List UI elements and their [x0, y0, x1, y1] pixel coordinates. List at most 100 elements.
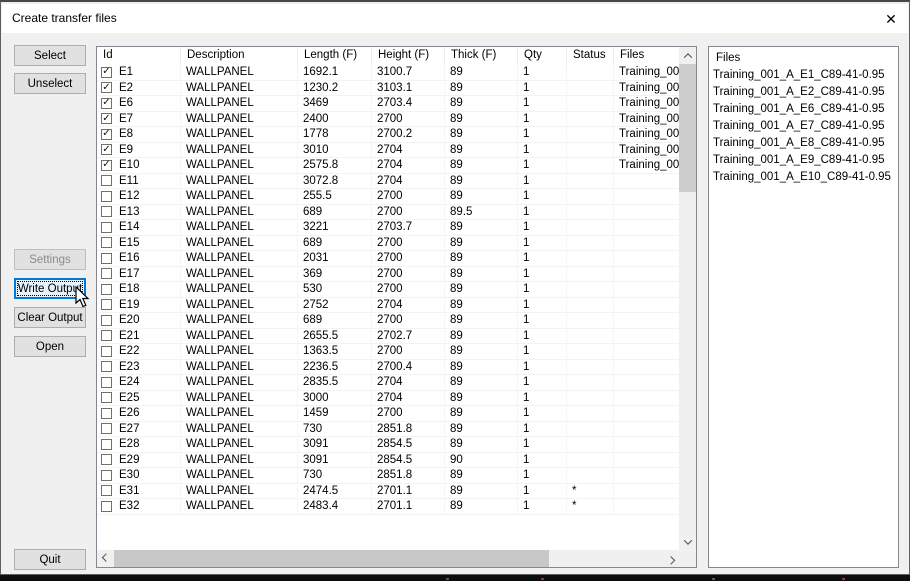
- write-output-button[interactable]: Write Output: [14, 278, 86, 299]
- column-header-qty[interactable]: Qty: [518, 47, 567, 65]
- table-row[interactable]: E31WALLPANEL2474.52701.1891*: [97, 484, 679, 500]
- row-checkbox-checked[interactable]: ✓: [101, 98, 112, 109]
- status-cell: [567, 437, 614, 452]
- table-row[interactable]: ✓E9WALLPANEL30102704891Training_00: [97, 143, 679, 159]
- table-row[interactable]: E13WALLPANEL689270089.51: [97, 205, 679, 221]
- row-checkbox[interactable]: [101, 361, 112, 372]
- row-checkbox[interactable]: [101, 299, 112, 310]
- column-header-status[interactable]: Status: [567, 47, 614, 65]
- row-checkbox[interactable]: [101, 253, 112, 264]
- table-row[interactable]: E12WALLPANEL255.52700891: [97, 189, 679, 205]
- description-cell: WALLPANEL: [181, 484, 298, 499]
- row-checkbox[interactable]: [101, 439, 112, 450]
- file-list-item[interactable]: Training_001_A_E6_C89-41-0.95: [709, 102, 898, 119]
- table-row[interactable]: E27WALLPANEL7302851.8891: [97, 422, 679, 438]
- row-checkbox[interactable]: [101, 501, 112, 512]
- file-list-item[interactable]: Training_001_A_E9_C89-41-0.95: [709, 153, 898, 170]
- row-checkbox-checked[interactable]: ✓: [101, 144, 112, 155]
- row-checkbox[interactable]: [101, 392, 112, 403]
- row-checkbox[interactable]: [101, 470, 112, 481]
- file-list-item[interactable]: Training_001_A_E10_C89-41-0.95: [709, 170, 898, 187]
- row-checkbox-checked[interactable]: ✓: [101, 82, 112, 93]
- id-cell: E28: [97, 437, 181, 452]
- row-checkbox[interactable]: [101, 284, 112, 295]
- table-row[interactable]: ✓E10WALLPANEL2575.82704891Training_00: [97, 158, 679, 174]
- table-row[interactable]: E19WALLPANEL27522704891: [97, 298, 679, 314]
- table-row[interactable]: ✓E8WALLPANEL17782700.2891Training_00: [97, 127, 679, 143]
- table-row[interactable]: E22WALLPANEL1363.52700891: [97, 344, 679, 360]
- row-checkbox[interactable]: [101, 485, 112, 496]
- unselect-button[interactable]: Unselect: [14, 73, 86, 94]
- table-row[interactable]: E15WALLPANEL6892700891: [97, 236, 679, 252]
- table-row[interactable]: E26WALLPANEL14592700891: [97, 406, 679, 422]
- column-header-height-f[interactable]: Height (F): [372, 47, 445, 65]
- table-row[interactable]: E11WALLPANEL3072.82704891: [97, 174, 679, 190]
- row-checkbox-checked[interactable]: ✓: [101, 160, 112, 171]
- table-row[interactable]: E28WALLPANEL30912854.5891: [97, 437, 679, 453]
- vertical-scrollbar[interactable]: [679, 47, 696, 550]
- row-checkbox[interactable]: [101, 377, 112, 388]
- row-id-label: E31: [119, 485, 139, 497]
- select-button[interactable]: Select: [14, 45, 86, 66]
- qty-cell: 1: [518, 422, 567, 437]
- table-row[interactable]: ✓E1WALLPANEL1692.13100.7891Training_00: [97, 65, 679, 81]
- file-list-item[interactable]: Training_001_A_E2_C89-41-0.95: [709, 85, 898, 102]
- horizontal-scrollbar-thumb[interactable]: [114, 550, 549, 567]
- table-row[interactable]: E30WALLPANEL7302851.8891: [97, 468, 679, 484]
- table-row[interactable]: E20WALLPANEL6892700891: [97, 313, 679, 329]
- table-row[interactable]: E17WALLPANEL3692700891: [97, 267, 679, 283]
- column-header-id[interactable]: Id: [97, 47, 181, 65]
- status-cell: [567, 313, 614, 328]
- row-checkbox[interactable]: [101, 330, 112, 341]
- column-header-description[interactable]: Description: [181, 47, 298, 65]
- thick-cell: 89: [445, 391, 518, 406]
- row-checkbox-checked[interactable]: ✓: [101, 129, 112, 140]
- row-checkbox[interactable]: [101, 346, 112, 357]
- table-row[interactable]: ✓E2WALLPANEL1230.23103.1891Training_00: [97, 81, 679, 97]
- table-row[interactable]: E16WALLPANEL20312700891: [97, 251, 679, 267]
- close-icon[interactable]: ✕: [880, 8, 902, 30]
- row-checkbox-checked[interactable]: ✓: [101, 113, 112, 124]
- length-cell: 2474.5: [298, 484, 372, 499]
- table-row[interactable]: E29WALLPANEL30912854.5901: [97, 453, 679, 469]
- column-header-files[interactable]: Files: [614, 47, 679, 65]
- clear-output-button[interactable]: Clear Output: [14, 307, 86, 328]
- file-list-item[interactable]: Training_001_A_E8_C89-41-0.95: [709, 136, 898, 153]
- horizontal-scrollbar[interactable]: [97, 550, 679, 567]
- table-row[interactable]: E25WALLPANEL30002704891: [97, 391, 679, 407]
- table-row[interactable]: E23WALLPANEL2236.52700.4891: [97, 360, 679, 376]
- row-checkbox[interactable]: [101, 175, 112, 186]
- scroll-down-icon[interactable]: [679, 533, 696, 550]
- table-row[interactable]: E24WALLPANEL2835.52704891: [97, 375, 679, 391]
- scroll-right-icon[interactable]: [662, 550, 679, 567]
- description-cell: WALLPANEL: [181, 65, 298, 80]
- length-cell: 730: [298, 422, 372, 437]
- open-button[interactable]: Open: [14, 336, 86, 357]
- row-checkbox[interactable]: [101, 315, 112, 326]
- table-row[interactable]: ✓E7WALLPANEL24002700891Training_00: [97, 112, 679, 128]
- row-checkbox[interactable]: [101, 206, 112, 217]
- row-checkbox[interactable]: [101, 268, 112, 279]
- qty-cell: 1: [518, 344, 567, 359]
- thick-cell: 89: [445, 158, 518, 173]
- row-checkbox[interactable]: [101, 408, 112, 419]
- column-header-thick-f[interactable]: Thick (F): [445, 47, 518, 65]
- table-row[interactable]: E32WALLPANEL2483.42701.1891*: [97, 499, 679, 515]
- vertical-scrollbar-thumb[interactable]: [679, 64, 696, 192]
- quit-button[interactable]: Quit: [14, 549, 86, 570]
- row-checkbox[interactable]: [101, 222, 112, 233]
- table-row[interactable]: E14WALLPANEL32212703.7891: [97, 220, 679, 236]
- row-checkbox[interactable]: [101, 454, 112, 465]
- scroll-up-icon[interactable]: [679, 47, 696, 64]
- table-row[interactable]: E18WALLPANEL5302700891: [97, 282, 679, 298]
- file-list-item[interactable]: Training_001_A_E7_C89-41-0.95: [709, 119, 898, 136]
- table-row[interactable]: ✓E6WALLPANEL34692703.4891Training_00: [97, 96, 679, 112]
- row-checkbox[interactable]: [101, 423, 112, 434]
- row-checkbox[interactable]: [101, 191, 112, 202]
- row-checkbox-checked[interactable]: ✓: [101, 67, 112, 78]
- table-row[interactable]: E21WALLPANEL2655.52702.7891: [97, 329, 679, 345]
- file-list-item[interactable]: Training_001_A_E1_C89-41-0.95: [709, 68, 898, 85]
- column-header-length-f[interactable]: Length (F): [298, 47, 372, 65]
- scroll-left-icon[interactable]: [97, 550, 114, 567]
- row-checkbox[interactable]: [101, 237, 112, 248]
